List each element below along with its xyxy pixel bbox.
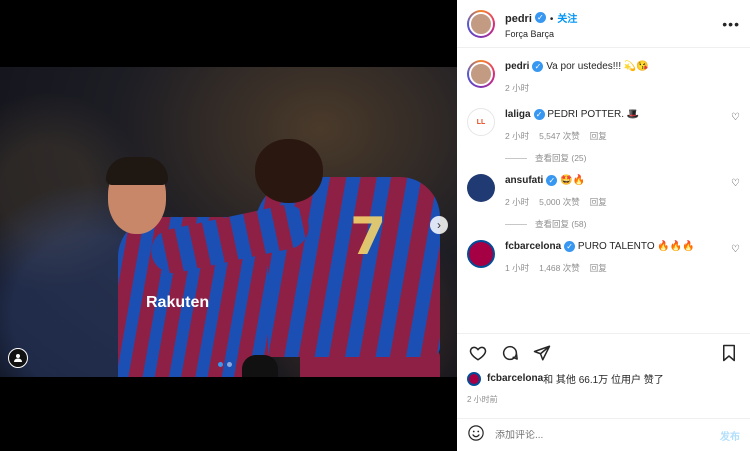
heart-icon[interactable]: ♡ — [731, 178, 740, 189]
comment-text: PURO TALENTO 🔥🔥🔥 — [577, 241, 695, 252]
reply-button[interactable]: 回复 — [590, 130, 607, 142]
carousel-next-button[interactable]: › — [430, 216, 448, 234]
player-head — [255, 139, 323, 203]
carousel-dots — [218, 362, 232, 367]
comment-item: ansufati ✓ 🤩🔥 2 小时 5,000 次赞 回复 ♡ — [467, 174, 740, 208]
post-location[interactable]: Força Barça — [505, 29, 722, 39]
comment-time: 1 小时 — [505, 263, 530, 273]
comment-bubble-icon[interactable] — [499, 342, 521, 364]
post-photo[interactable]: 7 Rakuten — [0, 67, 457, 377]
share-send-icon[interactable] — [531, 342, 553, 364]
more-options-icon[interactable]: ••• — [722, 16, 740, 32]
player-jersey — [255, 177, 440, 357]
caption-time: 2 小时 — [505, 83, 530, 93]
view-replies-button[interactable]: 查看回复 (25) — [505, 152, 740, 164]
player-glove — [242, 355, 278, 377]
comment-time: 2 小时 — [505, 197, 530, 207]
add-comment-bar: 发布 — [457, 418, 750, 451]
heart-icon[interactable]: ♡ — [731, 112, 740, 123]
author-username[interactable]: pedri — [505, 13, 532, 25]
action-bar — [457, 333, 750, 371]
verified-badge-icon: ✓ — [533, 108, 545, 120]
likes-summary: fcbarcelona 和 其他 66.1万 位用户 赞了 — [467, 371, 740, 386]
caption: pedri ✓ Va por ustedes!!! 💫😘 2 小时 — [467, 60, 740, 94]
bookmark-icon[interactable] — [718, 342, 740, 364]
comment-likes[interactable]: 5,547 次赞 — [539, 130, 580, 142]
author-avatar[interactable] — [467, 9, 495, 38]
caption-text: Va por ustedes!!! 💫😘 — [546, 61, 649, 72]
view-replies-label: 查看回复 (25) — [535, 153, 587, 163]
reply-button[interactable]: 回复 — [590, 196, 607, 208]
comments-list[interactable]: pedri ✓ Va por ustedes!!! 💫😘 2 小时 LL lali… — [457, 48, 750, 333]
author-info: pedri ✓ • 关注 Força Barça — [505, 9, 722, 39]
comment-input[interactable] — [495, 429, 720, 441]
verified-badge-icon: ✓ — [534, 11, 546, 23]
divider — [505, 157, 527, 159]
tagged-users-icon[interactable] — [8, 348, 28, 368]
player-hair — [106, 157, 168, 185]
comment-likes[interactable]: 1,468 次赞 — [539, 262, 580, 274]
caption-username[interactable]: pedri — [505, 61, 529, 72]
commenter-username[interactable]: fcbarcelona — [505, 241, 561, 252]
post-header: pedri ✓ • 关注 Força Barça ••• — [457, 0, 750, 48]
chevron-right-icon: › — [437, 218, 441, 232]
reply-button[interactable]: 回复 — [590, 262, 607, 274]
verified-badge-icon: ✓ — [546, 174, 558, 186]
separator-dot: • — [549, 13, 554, 25]
avatar-image — [469, 62, 493, 86]
view-replies-button[interactable]: 查看回复 (58) — [505, 218, 740, 230]
likes-summary-text[interactable]: 和 其他 66.1万 位用户 赞了 — [543, 371, 664, 386]
comment-item: LL laliga ✓ PEDRI POTTER. 🎩 2 小时 5,547 次赞… — [467, 108, 740, 142]
divider — [505, 223, 527, 225]
avatar-image — [469, 11, 493, 36]
commenter-avatar[interactable] — [467, 174, 495, 202]
comment-time: 2 小时 — [505, 131, 530, 141]
like-heart-icon[interactable] — [467, 342, 489, 364]
author-avatar[interactable] — [467, 60, 495, 88]
comment-item: fcbarcelona ✓ PURO TALENTO 🔥🔥🔥 1 小时 1,468… — [467, 240, 740, 274]
post-media[interactable]: 7 Rakuten › — [0, 0, 457, 451]
jersey-number: 7 — [350, 207, 387, 267]
post-timestamp[interactable]: 2 小时前 — [467, 394, 498, 405]
commenter-username[interactable]: laliga — [505, 109, 531, 120]
commenter-username[interactable]: ansufati — [505, 175, 543, 186]
post-comment-button[interactable]: 发布 — [720, 428, 740, 443]
carousel-dot — [227, 362, 232, 367]
avatar-logo-text: LL — [476, 118, 486, 126]
commenter-avatar[interactable] — [467, 240, 495, 268]
jersey-sponsor: Rakuten — [146, 294, 210, 311]
follow-button[interactable]: 关注 — [557, 14, 577, 25]
post-detail-panel: pedri ✓ • 关注 Força Barça ••• pedri ✓ Va por … — [457, 0, 750, 451]
comment-text: 🤩🔥 — [560, 175, 586, 186]
comment-likes[interactable]: 5,000 次赞 — [539, 196, 580, 208]
emoji-icon[interactable] — [467, 424, 485, 447]
view-replies-label: 查看回复 (58) — [535, 219, 587, 229]
heart-icon[interactable]: ♡ — [731, 244, 740, 255]
carousel-dot — [218, 362, 223, 367]
liker-avatar[interactable] — [467, 371, 481, 386]
comment-text: PEDRI POTTER. 🎩 — [547, 109, 640, 120]
verified-badge-icon: ✓ — [564, 240, 576, 252]
liker-username[interactable]: fcbarcelona — [487, 373, 543, 384]
verified-badge-icon: ✓ — [532, 60, 544, 72]
commenter-avatar[interactable]: LL — [467, 108, 495, 136]
